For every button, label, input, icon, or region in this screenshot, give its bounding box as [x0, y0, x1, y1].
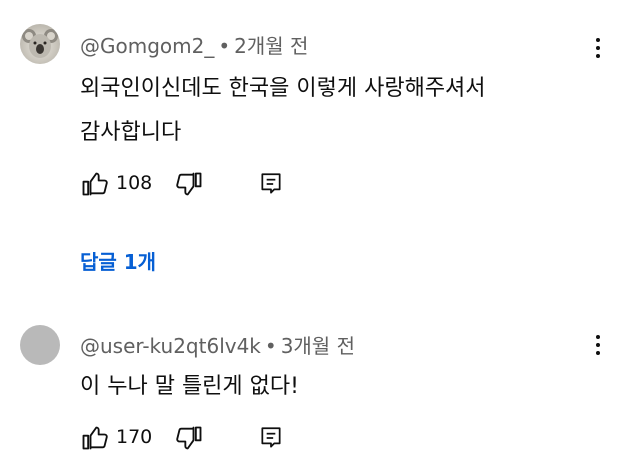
reply-button[interactable]: [258, 424, 284, 456]
more-vertical-icon: [596, 335, 600, 339]
author-name[interactable]: @Gomgom2_: [80, 34, 214, 58]
comment-text-line: 감사합니다: [80, 120, 182, 145]
more-vertical-icon: [596, 38, 600, 42]
like-button[interactable]: [80, 170, 108, 202]
thumbs-down-icon: [176, 426, 202, 450]
meta-separator: •: [264, 334, 277, 358]
comment-text-line: 외국인이신데도 한국을 이렇게 사랑해주셔서: [80, 76, 486, 101]
reply-comment-icon: [261, 173, 281, 194]
dislike-button[interactable]: [176, 170, 204, 202]
meta-separator: •: [218, 34, 231, 58]
more-button[interactable]: [586, 333, 610, 357]
avatar[interactable]: [20, 325, 60, 365]
koala-avatar-icon: [22, 29, 58, 58]
reply-comment-icon: [261, 427, 281, 448]
view-replies-link[interactable]: 답글 1개: [80, 246, 156, 275]
dislike-button[interactable]: [176, 424, 204, 456]
comment-time: 2개월 전: [234, 34, 309, 58]
thumbs-up-icon: [82, 426, 108, 450]
comment-meta: @user-ku2qt6lv4k • 3개월 전: [80, 330, 355, 359]
thumbs-down-icon: [176, 172, 202, 196]
avatar[interactable]: [20, 24, 60, 64]
comment-time: 3개월 전: [280, 334, 355, 358]
comment-actions: 108: [80, 170, 340, 200]
comment-meta: @Gomgom2_ • 2개월 전: [80, 30, 308, 59]
comment-text-line: 이 누나 말 틀린게 없다!: [80, 374, 299, 399]
like-button[interactable]: [80, 424, 108, 456]
comment-actions: 170: [80, 424, 340, 454]
reply-button[interactable]: [258, 170, 284, 202]
like-count: 108: [116, 172, 153, 194]
like-count: 170: [116, 426, 153, 448]
more-button[interactable]: [586, 36, 610, 60]
author-name[interactable]: @user-ku2qt6lv4k: [80, 334, 261, 358]
thumbs-up-icon: [82, 172, 108, 196]
